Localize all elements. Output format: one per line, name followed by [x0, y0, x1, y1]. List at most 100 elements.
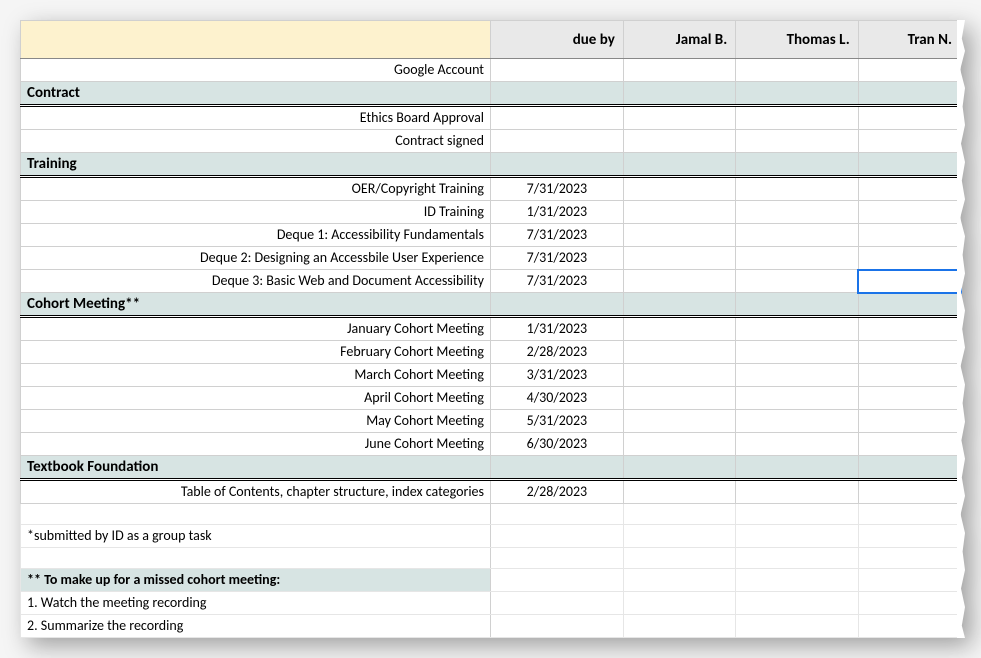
due-cell[interactable]: 1/31/2023 [491, 201, 624, 224]
task-cell[interactable]: ID Training [21, 201, 491, 224]
empty-cell[interactable] [858, 592, 960, 615]
person-1-cell[interactable] [623, 480, 735, 504]
section-name-cell[interactable]: Cohort Meeting** [21, 293, 491, 317]
section-empty-cell[interactable] [858, 82, 960, 106]
person-2-cell[interactable] [736, 317, 859, 341]
person-3-cell[interactable] [858, 224, 960, 247]
empty-cell[interactable] [491, 592, 624, 615]
section-empty-cell[interactable] [623, 293, 735, 317]
note-cell[interactable] [21, 504, 491, 525]
person-1-cell[interactable] [623, 317, 735, 341]
header-task[interactable] [21, 21, 491, 59]
due-cell[interactable]: 7/31/2023 [491, 177, 624, 201]
due-cell[interactable]: 4/30/2023 [491, 387, 624, 410]
person-1-cell[interactable] [623, 201, 735, 224]
section-empty-cell[interactable] [736, 456, 859, 480]
header-person-3[interactable]: Tran N. [858, 21, 960, 59]
section-empty-cell[interactable] [491, 456, 624, 480]
section-name-cell[interactable]: Contract [21, 82, 491, 106]
task-cell[interactable]: June Cohort Meeting [21, 433, 491, 456]
person-1-cell[interactable] [623, 247, 735, 270]
task-cell[interactable]: February Cohort Meeting [21, 341, 491, 364]
task-cell[interactable]: Table of Contents, chapter structure, in… [21, 480, 491, 504]
section-name-cell[interactable]: Training [21, 153, 491, 177]
task-cell[interactable]: Ethics Board Approval [21, 106, 491, 130]
person-3-cell[interactable] [858, 433, 960, 456]
section-empty-cell[interactable] [623, 456, 735, 480]
person-3-cell[interactable] [858, 364, 960, 387]
empty-cell[interactable] [623, 525, 735, 548]
person-1-cell[interactable] [623, 410, 735, 433]
person-3-cell[interactable] [858, 201, 960, 224]
person-3-cell[interactable] [858, 270, 960, 293]
section-empty-cell[interactable] [858, 293, 960, 317]
person-3-cell[interactable] [858, 341, 960, 364]
person-2-cell[interactable] [736, 480, 859, 504]
empty-cell[interactable] [623, 569, 735, 592]
person-2-cell[interactable] [736, 387, 859, 410]
empty-cell[interactable] [858, 504, 960, 525]
person-3-cell[interactable] [858, 106, 960, 130]
note-cell[interactable] [21, 548, 491, 569]
empty-cell[interactable] [491, 615, 624, 638]
header-person-1[interactable]: Jamal B. [623, 21, 735, 59]
due-cell[interactable]: 6/30/2023 [491, 433, 624, 456]
empty-cell[interactable] [858, 548, 960, 569]
person-3-cell[interactable] [858, 317, 960, 341]
section-empty-cell[interactable] [736, 82, 859, 106]
person-2-cell[interactable] [736, 59, 859, 82]
person-2-cell[interactable] [736, 130, 859, 153]
person-2-cell[interactable] [736, 433, 859, 456]
person-3-cell[interactable] [858, 387, 960, 410]
person-3-cell[interactable] [858, 130, 960, 153]
task-cell[interactable]: Deque 1: Accessibility Fundamentals [21, 224, 491, 247]
person-2-cell[interactable] [736, 177, 859, 201]
person-2-cell[interactable] [736, 270, 859, 293]
person-1-cell[interactable] [623, 59, 735, 82]
empty-cell[interactable] [491, 548, 624, 569]
person-1-cell[interactable] [623, 224, 735, 247]
empty-cell[interactable] [736, 525, 859, 548]
header-person-2[interactable]: Thomas L. [736, 21, 859, 59]
empty-cell[interactable] [858, 569, 960, 592]
note-cell[interactable]: *submitted by ID as a group task [21, 525, 491, 548]
section-empty-cell[interactable] [858, 456, 960, 480]
empty-cell[interactable] [623, 548, 735, 569]
empty-cell[interactable] [736, 592, 859, 615]
empty-cell[interactable] [858, 615, 960, 638]
person-1-cell[interactable] [623, 177, 735, 201]
note-cell[interactable]: ** To make up for a missed cohort meetin… [21, 569, 491, 592]
task-cell[interactable]: Google Account [21, 59, 491, 82]
empty-cell[interactable] [491, 525, 624, 548]
task-cell[interactable]: January Cohort Meeting [21, 317, 491, 341]
due-cell[interactable] [491, 59, 624, 82]
section-empty-cell[interactable] [491, 153, 624, 177]
due-cell[interactable]: 2/28/2023 [491, 480, 624, 504]
section-name-cell[interactable]: Textbook Foundation [21, 456, 491, 480]
person-1-cell[interactable] [623, 364, 735, 387]
person-3-cell[interactable] [858, 247, 960, 270]
person-1-cell[interactable] [623, 341, 735, 364]
empty-cell[interactable] [858, 525, 960, 548]
task-cell[interactable]: OER/Copyright Training [21, 177, 491, 201]
person-2-cell[interactable] [736, 224, 859, 247]
person-2-cell[interactable] [736, 341, 859, 364]
empty-cell[interactable] [491, 504, 624, 525]
due-cell[interactable] [491, 130, 624, 153]
empty-cell[interactable] [623, 615, 735, 638]
task-cell[interactable]: Contract signed [21, 130, 491, 153]
person-1-cell[interactable] [623, 106, 735, 130]
person-1-cell[interactable] [623, 387, 735, 410]
empty-cell[interactable] [736, 569, 859, 592]
section-empty-cell[interactable] [736, 153, 859, 177]
due-cell[interactable]: 7/31/2023 [491, 247, 624, 270]
section-empty-cell[interactable] [491, 82, 624, 106]
person-3-cell[interactable] [858, 59, 960, 82]
due-cell[interactable]: 2/28/2023 [491, 341, 624, 364]
empty-cell[interactable] [491, 569, 624, 592]
person-3-cell[interactable] [858, 480, 960, 504]
person-2-cell[interactable] [736, 201, 859, 224]
section-empty-cell[interactable] [623, 82, 735, 106]
section-empty-cell[interactable] [858, 153, 960, 177]
empty-cell[interactable] [623, 592, 735, 615]
